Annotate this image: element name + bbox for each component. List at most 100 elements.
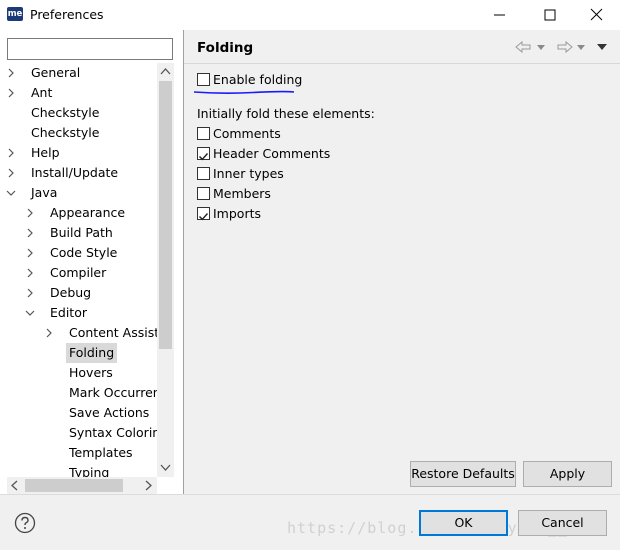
title-bar: me Preferences <box>0 0 620 30</box>
tree-item-label[interactable]: Ant <box>31 83 52 103</box>
tree-item-templates[interactable]: Templates <box>0 443 157 463</box>
back-arrow-icon[interactable] <box>514 40 534 54</box>
tree-item-syntax-coloring[interactable]: Syntax Coloring <box>0 423 157 443</box>
dialog-footer: https://blog.csdn.net/ying__lin OK Cance… <box>0 495 620 550</box>
scroll-down-icon[interactable] <box>160 463 171 472</box>
chevron-right-icon[interactable] <box>25 243 35 263</box>
enable-folding-checkbox[interactable] <box>197 73 210 86</box>
vertical-scrollbar[interactable] <box>157 63 174 477</box>
chevron-right-icon[interactable] <box>25 263 35 283</box>
minimize-button[interactable] <box>487 4 513 26</box>
tree-item-label[interactable]: Editor <box>50 303 87 323</box>
imports-checkbox[interactable] <box>197 207 210 221</box>
chevron-down-icon[interactable] <box>6 183 16 203</box>
scroll-up-icon[interactable] <box>160 67 171 76</box>
forward-menu-chevron-icon[interactable] <box>576 44 586 52</box>
tree-item-label[interactable]: Folding <box>66 343 118 363</box>
tree-item-save-actions[interactable]: Save Actions <box>0 403 157 423</box>
chevron-right-icon[interactable] <box>44 323 54 343</box>
tree-item-label[interactable]: General <box>31 63 80 83</box>
tree-item-label[interactable]: Content Assist <box>69 323 157 343</box>
scroll-left-icon[interactable] <box>10 480 19 491</box>
tree-item-mark-occurrences[interactable]: Mark Occurrences <box>0 383 157 403</box>
members-checkbox[interactable] <box>197 187 210 200</box>
tree-item-folding[interactable]: Folding <box>0 343 157 363</box>
vertical-scrollbar-thumb[interactable] <box>159 81 172 349</box>
tree-item-java[interactable]: Java <box>0 183 157 203</box>
members-label[interactable]: Members <box>213 184 271 204</box>
imports-label[interactable]: Imports <box>213 204 261 224</box>
tree-item-label[interactable]: Checkstyle <box>31 123 99 143</box>
tree-item-code-style[interactable]: Code Style <box>0 243 157 263</box>
tree-item-label[interactable]: Help <box>31 143 60 163</box>
restore-defaults-button[interactable]: Restore Defaults <box>410 461 516 487</box>
checkmark-icon <box>199 153 209 161</box>
annotation-underline <box>193 90 295 94</box>
tree-item-ant[interactable]: Ant <box>0 83 157 103</box>
horizontal-scrollbar-thumb[interactable] <box>25 479 123 492</box>
cancel-button[interactable]: Cancel <box>518 510 607 536</box>
folding-preferences-page: Enable folding Initially fold these elem… <box>184 64 620 494</box>
view-menu-icon[interactable] <box>596 43 608 52</box>
tree-item-install-update[interactable]: Install/Update <box>0 163 157 183</box>
inner-types-checkbox[interactable] <box>197 167 210 180</box>
tree-item-label[interactable]: Typing <box>69 463 109 477</box>
scroll-right-icon[interactable] <box>144 480 153 491</box>
chevron-right-icon[interactable] <box>6 63 16 83</box>
header-comments-checkbox[interactable] <box>197 147 210 161</box>
tree-item-label[interactable]: Code Style <box>50 243 117 263</box>
chevron-right-icon[interactable] <box>25 283 35 303</box>
ok-button[interactable]: OK <box>419 510 508 536</box>
chevron-right-icon[interactable] <box>25 223 35 243</box>
tree-item-debug[interactable]: Debug <box>0 283 157 303</box>
chevron-right-icon[interactable] <box>25 203 35 223</box>
enable-folding-label[interactable]: Enable folding <box>213 70 302 90</box>
chevron-right-icon[interactable] <box>6 83 16 103</box>
header-comments-label[interactable]: Header Comments <box>213 144 330 164</box>
chevron-down-icon[interactable] <box>25 303 35 323</box>
tree-item-label[interactable]: Install/Update <box>31 163 118 183</box>
tree-item-appearance[interactable]: Appearance <box>0 203 157 223</box>
comments-label[interactable]: Comments <box>213 124 281 144</box>
page-title: Folding <box>197 40 254 56</box>
chevron-right-icon[interactable] <box>6 163 16 183</box>
checkmark-icon <box>199 213 209 221</box>
tree-item-general[interactable]: General <box>0 63 157 83</box>
help-icon[interactable] <box>14 512 36 534</box>
maximize-button[interactable] <box>537 4 563 26</box>
tree-item-build-path[interactable]: Build Path <box>0 223 157 243</box>
comments-checkbox[interactable] <box>197 127 210 140</box>
tree-item-label[interactable]: Java <box>31 183 57 203</box>
filter-input[interactable] <box>7 38 173 60</box>
tree-item-label[interactable]: Appearance <box>50 203 125 223</box>
close-button[interactable] <box>584 4 610 26</box>
tree-item-label[interactable]: Mark Occurrences <box>69 383 157 403</box>
horizontal-scrollbar[interactable] <box>7 477 157 494</box>
forward-arrow-icon[interactable] <box>554 40 574 54</box>
tree-item-label[interactable]: Build Path <box>50 223 113 243</box>
tree-item-label[interactable]: Checkstyle <box>31 103 99 123</box>
preferences-nav-pane: General Ant Checkstyle Checkstyle Help Instal… <box>0 30 183 494</box>
tree-item-label[interactable]: Debug <box>50 283 91 303</box>
tree-item-label[interactable]: Compiler <box>50 263 106 283</box>
page-header: Folding <box>184 30 620 64</box>
tree-item-label[interactable]: Syntax Coloring <box>69 423 157 443</box>
preferences-tree[interactable]: General Ant Checkstyle Checkstyle Help Instal… <box>0 63 157 477</box>
tree-item-checkstyle[interactable]: Checkstyle <box>0 103 157 123</box>
app-icon: me <box>7 7 23 21</box>
tree-item-hovers[interactable]: Hovers <box>0 363 157 383</box>
inner-types-label[interactable]: Inner types <box>213 164 284 184</box>
tree-item-label[interactable]: Templates <box>69 443 133 463</box>
tree-item-label[interactable]: Hovers <box>69 363 113 383</box>
tree-item-typing[interactable]: Typing <box>0 463 157 477</box>
tree-item-compiler[interactable]: Compiler <box>0 263 157 283</box>
tree-item-editor[interactable]: Editor <box>0 303 157 323</box>
chevron-right-icon[interactable] <box>6 143 16 163</box>
back-menu-chevron-icon[interactable] <box>536 44 546 52</box>
apply-button[interactable]: Apply <box>523 461 612 487</box>
tree-item-help[interactable]: Help <box>0 143 157 163</box>
fold-elements-heading: Initially fold these elements: <box>197 106 375 121</box>
tree-item-label[interactable]: Save Actions <box>69 403 149 423</box>
tree-item-checkstyle[interactable]: Checkstyle <box>0 123 157 143</box>
tree-item-content-assist[interactable]: Content Assist <box>0 323 157 343</box>
